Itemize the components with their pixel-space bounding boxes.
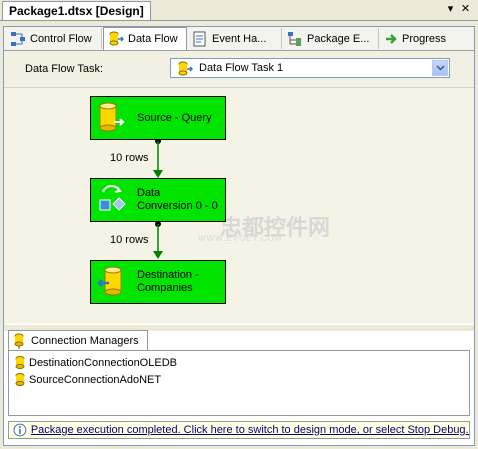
destination-label: Destination - Companies [137, 269, 199, 295]
connection-manager-icon [14, 333, 24, 349]
destination-companies-component[interactable]: Destination - Companies [90, 260, 226, 304]
data-conversion-component[interactable]: Data Conversion 0 - 0 [90, 178, 226, 222]
database-connection-icon [15, 373, 25, 386]
path-1-row-count: 10 rows [110, 152, 149, 164]
source-query-label: Source - Query [137, 111, 212, 124]
connection-item-source[interactable]: SourceConnectionAdoNET [14, 373, 161, 387]
path-2-row-count: 10 rows [110, 234, 149, 246]
data-conversion-label: Data Conversion 0 - 0 [137, 187, 218, 213]
connection-managers-tab[interactable]: Connection Managers [8, 330, 148, 350]
execution-status-bar[interactable]: Package execution completed. Click here … [8, 421, 470, 439]
data-conversion-label-line1: Data [137, 187, 161, 199]
info-icon [13, 423, 27, 437]
connection-item-destination-label: DestinationConnectionOLEDB [29, 357, 177, 369]
connection-managers-list[interactable]: DestinationConnectionOLEDB SourceConnect… [8, 350, 470, 416]
source-query-component[interactable]: Source - Query [90, 96, 226, 140]
destination-database-icon [97, 266, 122, 296]
connection-item-destination[interactable]: DestinationConnectionOLEDB [14, 356, 177, 370]
connection-item-source-label: SourceConnectionAdoNET [29, 374, 162, 386]
data-path-2[interactable] [153, 221, 163, 259]
source-database-icon [99, 102, 125, 132]
destination-label-line1: Destination - [137, 269, 199, 281]
database-connection-icon [15, 356, 25, 369]
connection-managers-tab-label: Connection Managers [31, 334, 139, 347]
data-path-1[interactable] [153, 138, 163, 178]
destination-label-line2: Companies [137, 282, 193, 294]
data-conversion-label-line2: Conversion 0 - 0 [137, 200, 218, 212]
execution-status-link[interactable]: Package execution completed. Click here … [31, 424, 469, 436]
transform-icon [99, 185, 126, 211]
